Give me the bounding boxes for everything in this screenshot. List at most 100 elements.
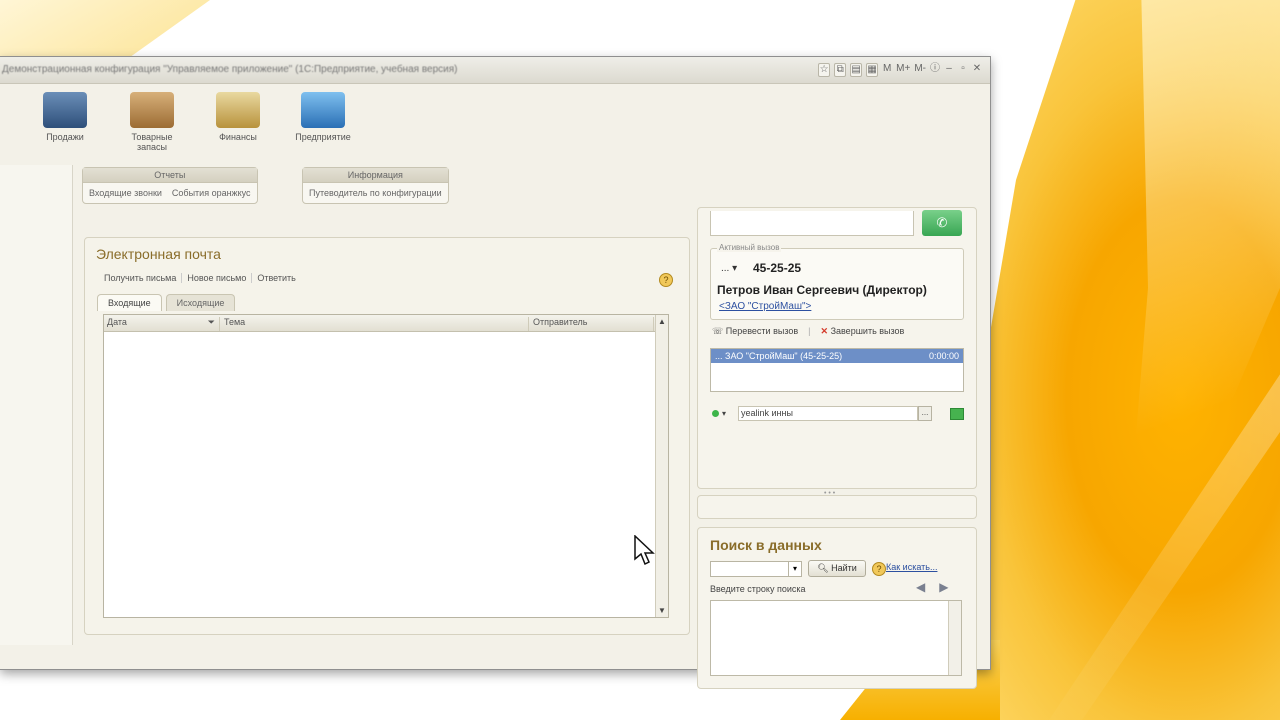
email-panel: Электронная почта Получить письма Новое …	[84, 237, 690, 635]
title-bar-tools: ☆ ⧉ ▤ ▦ M M+ M- ⓘ – ▫ ✕	[818, 63, 982, 77]
line-settings-button[interactable]	[950, 407, 965, 420]
minimize-icon[interactable]: –	[944, 63, 954, 75]
app-window: Демонстрационная конфигурация "Управляем…	[0, 56, 991, 689]
call-duration: 0:00:00	[928, 351, 959, 361]
link-icon[interactable]: ⧉	[834, 63, 847, 77]
memory-minus-icon[interactable]: M-	[914, 63, 926, 75]
reports-group: Отчеты Входящие звонки События оранжкус	[82, 167, 258, 204]
transfer-icon: ☏	[712, 326, 726, 336]
events-link[interactable]: События оранжкус	[172, 188, 251, 198]
results-scrollbar[interactable]	[948, 601, 961, 675]
caller-name: Петров Иван Сергеевич (Директор)	[717, 283, 927, 297]
list-item[interactable]: ... ЗАО "СтройМаш" (45-25-25) 0:00:00	[711, 349, 963, 363]
help-icon[interactable]: ?	[872, 562, 886, 576]
tab-outbox[interactable]: Исходящие	[165, 294, 236, 311]
end-call-label: Завершить вызов	[830, 326, 905, 336]
column-date[interactable]: Дата ⏷	[104, 317, 220, 331]
phone-number-input[interactable]	[710, 211, 914, 236]
line-select-button[interactable]: ...	[918, 406, 933, 421]
email-heading: Электронная почта	[96, 246, 221, 262]
call-actions: ☏ Перевести вызов | ✕ Завершить вызов	[712, 326, 904, 337]
scroll-down-icon[interactable]: ▼	[658, 606, 666, 615]
incoming-calls-link[interactable]: Входящие звонки	[89, 188, 162, 198]
section-enterprise[interactable]: Предприятие	[283, 92, 363, 142]
box-icon	[130, 92, 174, 128]
calculator-icon[interactable]: ▤	[850, 63, 863, 77]
call-name: ... ЗАО "СтройМаш" (45-25-25)	[715, 351, 843, 361]
column-sender[interactable]: Отправитель	[530, 317, 654, 331]
search-navigation: ◀ ▶	[916, 580, 948, 594]
guide-link[interactable]: Путеводитель по конфигурации	[309, 188, 442, 198]
memory-plus-icon[interactable]: M+	[896, 63, 910, 75]
section-label: Продажи	[46, 132, 84, 142]
help-icon[interactable]: ?	[659, 273, 673, 287]
find-button[interactable]: 🔍︎ Найти	[808, 560, 866, 577]
transfer-call-label: Перевести вызов	[725, 326, 799, 336]
reports-header: Отчеты	[83, 168, 257, 183]
telephony-panel: ✆ Активный вызов ... ▾ 45-25-25 Петров И…	[697, 207, 977, 489]
sections-panel: Продажи Товарные запасы Финансы Предприя…	[0, 84, 990, 164]
line-field[interactable]: yealink инны	[738, 406, 919, 421]
scroll-up-icon[interactable]: ▲	[658, 317, 666, 326]
call-button[interactable]: ✆	[922, 210, 962, 236]
section-label: Финансы	[219, 132, 257, 142]
search-panel: Поиск в данных ▾ 🔍︎ Найти ? Как искать..…	[697, 527, 977, 689]
section-label: Товарные запасы	[131, 132, 173, 152]
email-tabs: Входящие Исходящие	[97, 294, 236, 311]
section-finance[interactable]: Финансы	[198, 92, 278, 142]
new-mail-button[interactable]: Новое письмо	[182, 273, 253, 283]
call-menu-button[interactable]: ... ▾	[721, 263, 737, 274]
email-table[interactable]: Дата ⏷ Тема Отправитель ▲ ▼	[103, 314, 669, 618]
table-header: Дата ⏷ Тема Отправитель	[104, 315, 668, 332]
memory-icon[interactable]: M	[882, 63, 892, 75]
section-stock[interactable]: Товарные запасы	[112, 92, 192, 152]
table-scrollbar[interactable]: ▲ ▼	[655, 315, 668, 617]
search-icon: 🔍︎	[817, 563, 832, 573]
end-call-button[interactable]: ✕ Завершить вызов	[821, 326, 905, 337]
section-label: Предприятие	[295, 132, 351, 142]
coins-icon	[216, 92, 260, 128]
status-online-icon[interactable]	[712, 410, 719, 417]
favorites-icon[interactable]: ☆	[818, 63, 831, 77]
next-icon[interactable]: ▶	[939, 580, 948, 594]
info-header: Информация	[303, 168, 448, 183]
reply-button[interactable]: Ответить	[252, 273, 300, 283]
tab-inbox[interactable]: Входящие	[97, 294, 162, 311]
end-call-icon: ✕	[820, 326, 829, 336]
calls-list[interactable]: ... ЗАО "СтройМаш" (45-25-25) 0:00:00	[710, 348, 964, 392]
cash-register-icon	[43, 92, 87, 128]
navigation-panel	[0, 165, 73, 645]
info-icon[interactable]: ⓘ	[930, 63, 940, 75]
search-results[interactable]	[710, 600, 962, 676]
separator: |	[808, 326, 811, 336]
building-icon	[301, 92, 345, 128]
window-title: Демонстрационная конфигурация "Управляем…	[2, 64, 458, 75]
status-dropdown-icon[interactable]: ▾	[722, 409, 726, 418]
chevron-down-icon[interactable]: ▾	[788, 562, 801, 576]
filter-icon: ⏷	[207, 317, 215, 327]
caller-organization-link[interactable]: <ЗАО "СтройМаш">	[719, 301, 811, 312]
active-call-box: Активный вызов ... ▾ 45-25-25 Петров Ива…	[710, 243, 964, 320]
column-subject[interactable]: Тема	[221, 317, 529, 331]
search-hint: Введите строку поиска	[710, 584, 806, 594]
close-icon[interactable]: ✕	[972, 63, 982, 75]
title-bar: Демонстрационная конфигурация "Управляем…	[0, 57, 990, 84]
panel-splitter[interactable]: • • •	[697, 490, 977, 519]
calendar-icon[interactable]: ▦	[866, 63, 879, 77]
previous-icon[interactable]: ◀	[916, 580, 925, 594]
find-label: Найти	[831, 563, 857, 573]
how-to-search-link[interactable]: Как искать...	[886, 562, 937, 572]
info-group: Информация Путеводитель по конфигурации	[302, 167, 449, 204]
maximize-icon[interactable]: ▫	[958, 63, 968, 75]
section-sales[interactable]: Продажи	[25, 92, 105, 142]
active-call-legend: Активный вызов	[717, 243, 782, 252]
search-heading: Поиск в данных	[710, 537, 822, 553]
search-input[interactable]: ▾	[710, 561, 802, 577]
get-mail-button[interactable]: Получить письма	[99, 273, 183, 283]
active-call-phone: 45-25-25	[753, 261, 802, 275]
line-status-row: ▾ yealink инны ...	[712, 406, 965, 421]
email-actions: Получить письма Новое письмо Ответить	[99, 273, 301, 283]
splitter-grip: • • •	[824, 490, 836, 497]
transfer-call-button[interactable]: ☏ Перевести вызов	[712, 326, 798, 337]
column-date-label: Дата	[107, 317, 127, 327]
